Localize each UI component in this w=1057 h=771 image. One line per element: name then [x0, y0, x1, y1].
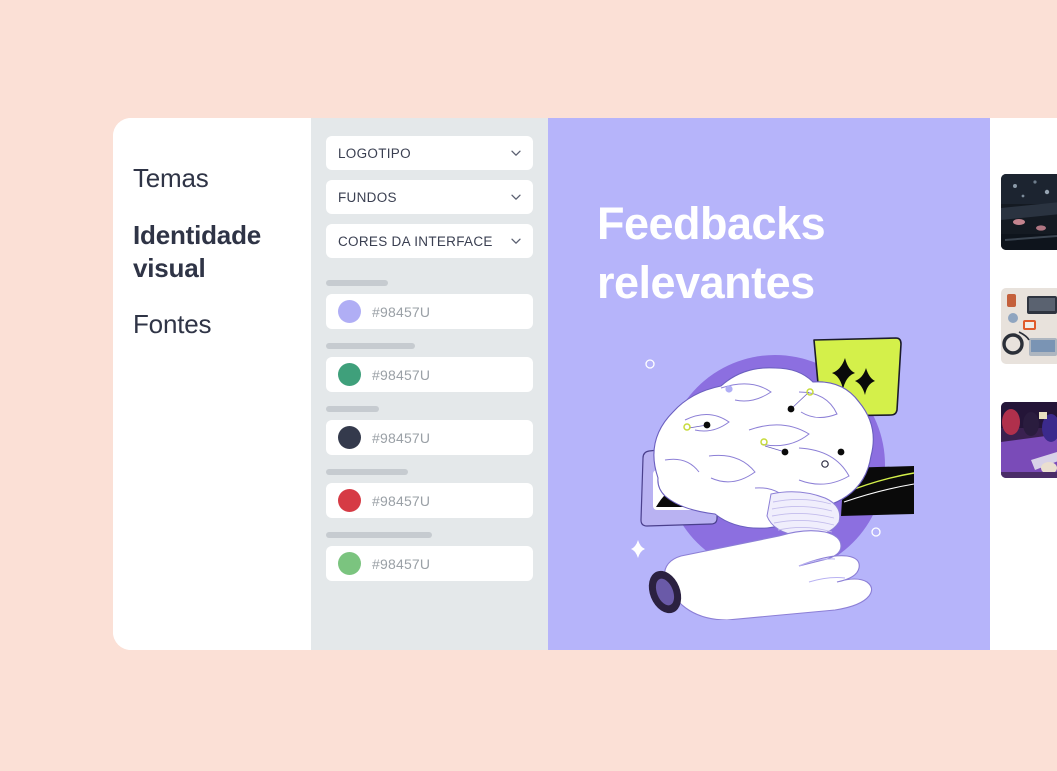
hero-title: Feedbacks relevantes [597, 198, 826, 308]
settings-panel: LOGOTIPO FUNDOS CORES DA INTERFACE #9845… [311, 118, 548, 650]
sidebar-item-temas[interactable]: Temas [133, 162, 303, 195]
hero-panel: Feedbacks relevantes [548, 118, 990, 650]
brain-in-hand-illustration [603, 330, 933, 620]
dropdown-cores-da-interface-label: CORES DA INTERFACE [338, 233, 493, 249]
sidebar-item-identidade-visual[interactable]: Identidade visual [133, 219, 303, 285]
color-hex-value: #98457U [372, 429, 431, 446]
placeholder-bar [326, 406, 379, 412]
color-row[interactable]: #98457U [326, 294, 533, 329]
sidebar-item-fontes[interactable]: Fontes [133, 308, 303, 341]
dropdown-fundos-label: FUNDOS [338, 189, 397, 205]
placeholder-bar [326, 532, 432, 538]
thumbnails-panel [990, 118, 1057, 650]
color-hex-value: #98457U [372, 555, 431, 572]
dropdown-fundos[interactable]: FUNDOS [326, 180, 533, 214]
app-card: Temas Identidade visual Fontes LOGOTIPO … [113, 118, 1057, 650]
placeholder-bar [326, 469, 408, 475]
chevron-down-icon [509, 190, 523, 204]
color-hex-value: #98457U [372, 366, 431, 383]
chevron-down-icon [509, 146, 523, 160]
color-row[interactable]: #98457U [326, 546, 533, 581]
color-hex-value: #98457U [372, 303, 431, 320]
thumbnail-event-crowd[interactable] [1001, 402, 1057, 478]
color-row[interactable]: #98457U [326, 483, 533, 518]
color-swatch[interactable] [338, 363, 361, 386]
placeholder-bar [326, 280, 388, 286]
color-row[interactable]: #98457U [326, 357, 533, 392]
color-swatch[interactable] [338, 552, 361, 575]
thumbnail-night-street[interactable] [1001, 174, 1057, 250]
color-row[interactable]: #98457U [326, 420, 533, 455]
color-hex-value: #98457U [372, 492, 431, 509]
chevron-down-icon [509, 234, 523, 248]
color-list: #98457U #98457U #98457U #98457U #98457U [326, 280, 533, 581]
dropdown-logotipo-label: LOGOTIPO [338, 145, 411, 161]
placeholder-bar [326, 343, 415, 349]
sidebar: Temas Identidade visual Fontes [113, 118, 311, 650]
color-swatch[interactable] [338, 300, 361, 323]
color-swatch[interactable] [338, 489, 361, 512]
color-swatch[interactable] [338, 426, 361, 449]
dropdown-logotipo[interactable]: LOGOTIPO [326, 136, 533, 170]
thumbnail-desk-workspace[interactable] [1001, 288, 1057, 364]
dropdown-cores-da-interface[interactable]: CORES DA INTERFACE [326, 224, 533, 258]
